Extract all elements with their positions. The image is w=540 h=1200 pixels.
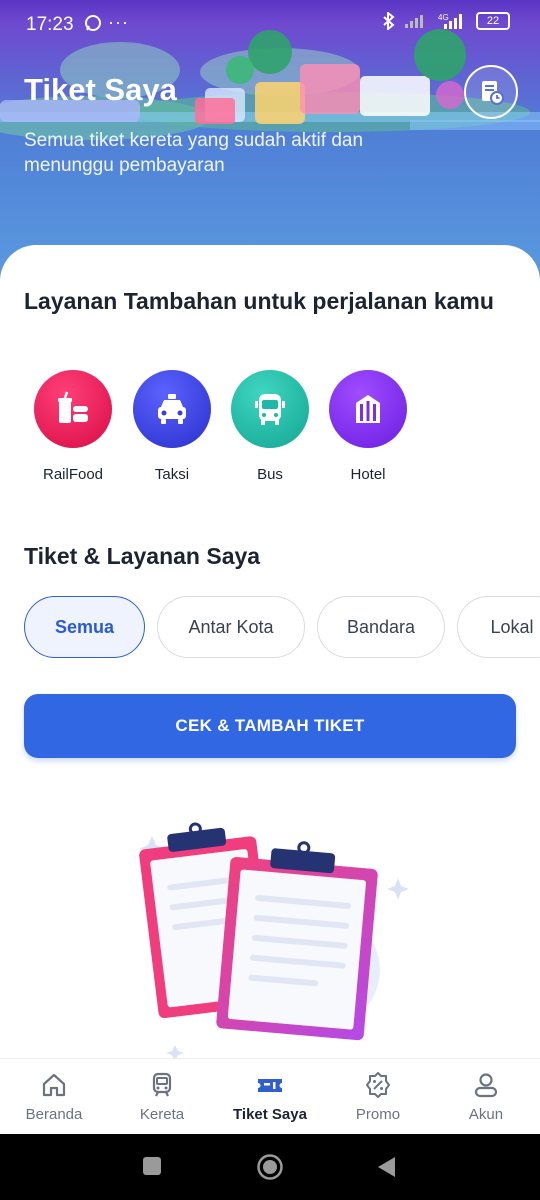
service-bus[interactable]: Bus xyxy=(222,370,318,483)
whatsapp-icon xyxy=(84,14,102,37)
nav-item-kereta[interactable]: Kereta xyxy=(108,1059,216,1135)
services-section-title: Layanan Tambahan untuk perjalanan kamu xyxy=(24,288,494,314)
service-railfood[interactable]: RailFood xyxy=(25,370,121,483)
nav-label: Promo xyxy=(355,1106,401,1123)
service-taksi[interactable]: Taksi xyxy=(124,370,220,483)
svg-text:4G: 4G xyxy=(438,13,449,22)
page-title: Tiket Saya xyxy=(24,72,177,107)
service-label: Bus xyxy=(257,466,283,483)
signal-icon xyxy=(405,15,423,28)
check-add-ticket-button[interactable]: CEK & TAMBAH TIKET xyxy=(24,694,516,758)
service-label: Taksi xyxy=(154,466,190,483)
more-notifications-icon: ··· xyxy=(108,12,129,32)
bottom-navigation: Beranda Kereta Tiket Saya Promo Akun xyxy=(0,1058,540,1135)
status-bar: 17:23 ··· 4G 22 xyxy=(0,0,540,50)
tickets-section-title: Tiket & Layanan Saya xyxy=(24,543,261,569)
service-label: Hotel xyxy=(350,466,386,483)
ticket-filter-tabs: Semua Antar Kota Bandara Lokal xyxy=(24,596,540,660)
ticket-icon xyxy=(258,1079,282,1092)
page-subtitle: Semua tiket kereta yang sudah aktif dan … xyxy=(24,130,364,176)
empty-clipboard-illustration xyxy=(139,822,409,1060)
taxi-icon xyxy=(133,370,211,448)
signal-4g-icon: 4G xyxy=(438,13,462,29)
service-hotel[interactable]: Hotel xyxy=(320,370,416,483)
ticket-history-icon xyxy=(482,81,504,105)
promo-icon xyxy=(366,1072,390,1098)
train-icon xyxy=(152,1072,172,1097)
bluetooth-icon xyxy=(383,12,395,30)
hotel-icon xyxy=(329,370,407,448)
home-button-icon[interactable] xyxy=(256,1153,284,1181)
filter-chip-antar-kota[interactable]: Antar Kota xyxy=(157,596,305,658)
nav-label: Beranda xyxy=(25,1106,83,1123)
nav-item-promo[interactable]: Promo xyxy=(324,1059,432,1135)
back-icon[interactable] xyxy=(376,1156,396,1178)
status-time: 17:23 xyxy=(26,14,74,35)
nav-item-tiket-saya[interactable]: Tiket Saya xyxy=(216,1059,324,1135)
bus-icon xyxy=(231,370,309,448)
nav-label: Tiket Saya xyxy=(233,1106,307,1123)
nav-label: Akun xyxy=(468,1106,504,1123)
recents-icon[interactable] xyxy=(142,1156,162,1176)
nav-label: Kereta xyxy=(139,1106,185,1123)
system-navigation-bar xyxy=(0,1134,540,1200)
filter-chip-bandara[interactable]: Bandara xyxy=(317,596,445,658)
ticket-history-button[interactable] xyxy=(464,65,518,119)
filter-chip-lokal[interactable]: Lokal xyxy=(457,596,540,658)
filter-chip-semua[interactable]: Semua xyxy=(24,596,145,658)
home-icon xyxy=(42,1073,66,1097)
food-icon xyxy=(34,370,112,448)
account-icon xyxy=(474,1073,498,1098)
service-label: RailFood xyxy=(42,466,104,483)
nav-item-beranda[interactable]: Beranda xyxy=(0,1059,108,1135)
battery-indicator: 22 xyxy=(476,12,510,30)
nav-item-akun[interactable]: Akun xyxy=(432,1059,540,1135)
